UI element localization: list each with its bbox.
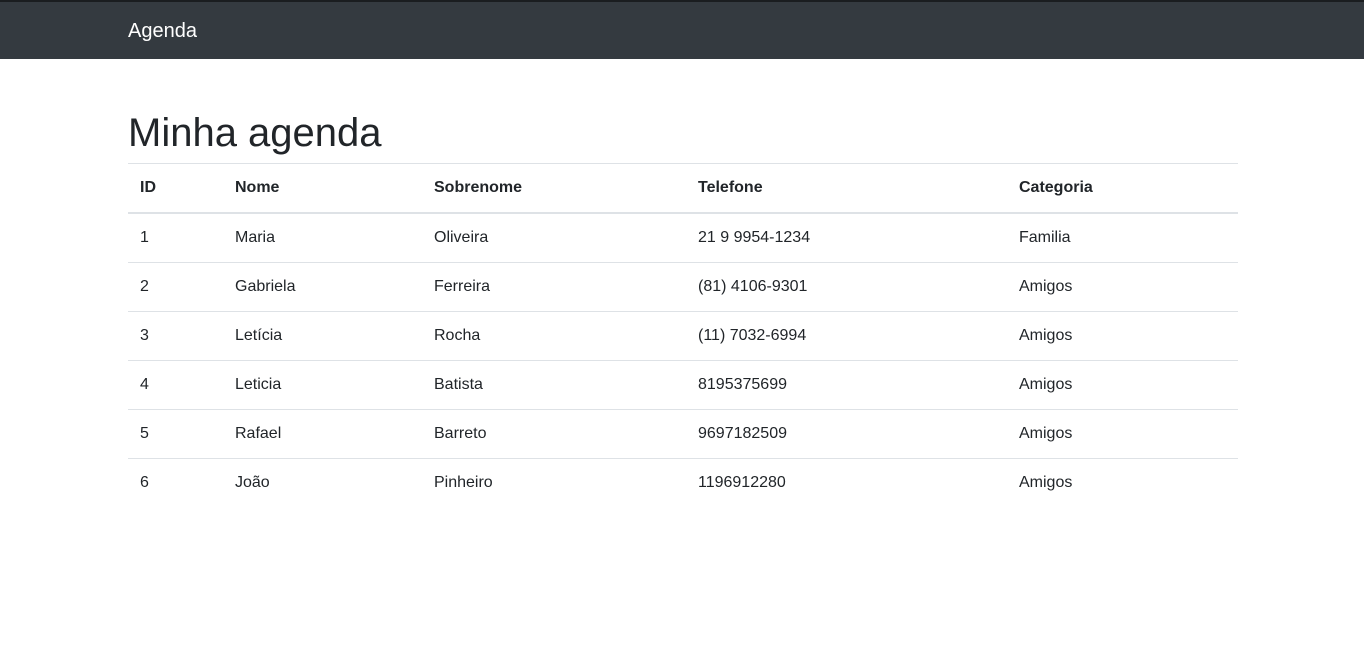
cell-telefone: 1196912280 bbox=[686, 458, 1007, 507]
cell-nome: Rafael bbox=[223, 409, 422, 459]
cell-categoria: Amigos bbox=[1007, 360, 1238, 410]
cell-sobrenome: Batista bbox=[422, 360, 686, 410]
cell-categoria: Amigos bbox=[1007, 262, 1238, 312]
table-body: 1 Maria Oliveira 21 9 9954-1234 Familia … bbox=[128, 213, 1238, 507]
cell-sobrenome: Barreto bbox=[422, 409, 686, 459]
column-header-sobrenome: Sobrenome bbox=[422, 163, 686, 214]
cell-sobrenome: Ferreira bbox=[422, 262, 686, 312]
cell-sobrenome: Pinheiro bbox=[422, 458, 686, 507]
cell-id: 6 bbox=[128, 458, 223, 507]
cell-id: 5 bbox=[128, 409, 223, 459]
table-row: 6 João Pinheiro 1196912280 Amigos bbox=[128, 458, 1238, 507]
cell-telefone: 8195375699 bbox=[686, 360, 1007, 410]
table-header: ID Nome Sobrenome Telefone Categoria bbox=[128, 163, 1238, 214]
table-row: 3 Letícia Rocha (11) 7032-6994 Amigos bbox=[128, 311, 1238, 361]
cell-nome: Letícia bbox=[223, 311, 422, 361]
table-row: 5 Rafael Barreto 9697182509 Amigos bbox=[128, 409, 1238, 459]
page-title: Minha agenda bbox=[128, 111, 382, 155]
cell-telefone: (11) 7032-6994 bbox=[686, 311, 1007, 361]
column-header-telefone: Telefone bbox=[686, 163, 1007, 214]
table-row: 2 Gabriela Ferreira (81) 4106-9301 Amigo… bbox=[128, 262, 1238, 312]
cell-sobrenome: Oliveira bbox=[434, 229, 489, 246]
cell-categoria: Amigos bbox=[1007, 458, 1238, 507]
cell-id: 3 bbox=[128, 311, 223, 361]
cell-id: 1 bbox=[140, 229, 149, 246]
column-header-categoria: Categoria bbox=[1007, 163, 1238, 214]
table-row: 4 Leticia Batista 8195375699 Amigos bbox=[128, 360, 1238, 410]
cell-telefone: 9697182509 bbox=[686, 409, 1007, 459]
cell-nome: João bbox=[223, 458, 422, 507]
navbar: Agenda bbox=[0, 2, 1364, 59]
contacts-table: ID Nome Sobrenome Telefone Categoria 1 M… bbox=[128, 163, 1238, 507]
table-row: 1 Maria Oliveira 21 9 9954-1234 Familia bbox=[128, 213, 1238, 263]
column-header-nome: Nome bbox=[223, 163, 422, 214]
cell-id: 4 bbox=[128, 360, 223, 410]
navbar-brand-link[interactable]: Agenda bbox=[128, 19, 197, 43]
cell-nome: Gabriela bbox=[223, 262, 422, 312]
column-header-id: ID bbox=[128, 163, 223, 214]
header-row: ID Nome Sobrenome Telefone Categoria bbox=[128, 163, 1238, 214]
cell-telefone: 21 9 9954-1234 bbox=[698, 229, 811, 246]
cell-categoria: Amigos bbox=[1007, 311, 1238, 361]
cell-telefone: (81) 4106-9301 bbox=[686, 262, 1007, 312]
cell-sobrenome: Rocha bbox=[422, 311, 686, 361]
cell-nome: Leticia bbox=[223, 360, 422, 410]
cell-nome: Maria bbox=[235, 229, 276, 246]
cell-id: 2 bbox=[128, 262, 223, 312]
cell-categoria: Amigos bbox=[1007, 409, 1238, 459]
cell-categoria: Familia bbox=[1019, 229, 1071, 246]
